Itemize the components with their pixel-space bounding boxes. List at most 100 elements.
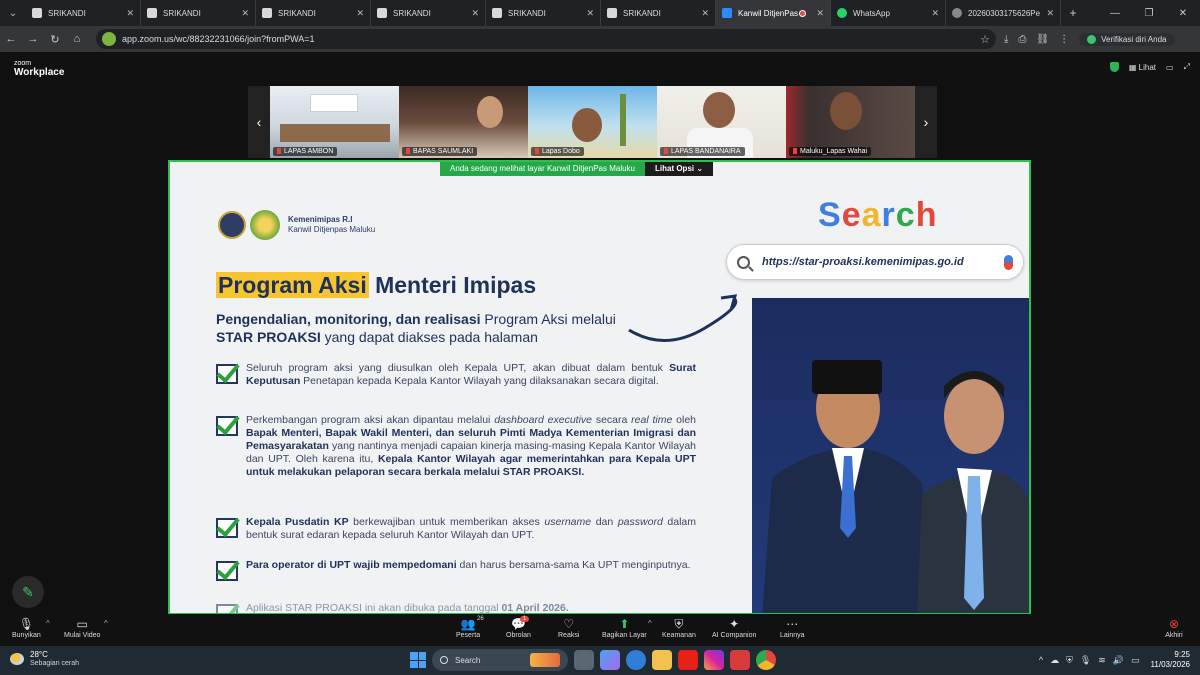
next-page-button[interactable]: ›	[915, 86, 937, 158]
tab-search-button[interactable]: ⌄	[0, 0, 26, 26]
ai-companion-button[interactable]: ✦ AI Companion	[712, 616, 756, 639]
clock[interactable]: 9:25 11/03/2026	[1151, 650, 1190, 670]
close-tab-icon[interactable]: ✕	[816, 8, 824, 19]
wifi-icon[interactable]: ≋	[1098, 655, 1106, 666]
browser-tab[interactable]: SRIKANDI ✕	[26, 0, 141, 26]
new-tab-button[interactable]: +	[1061, 6, 1085, 20]
participants-button[interactable]: 👥 26 Peserta	[456, 616, 484, 639]
checkbox-check-icon	[216, 416, 238, 436]
star-proaksi-url: https://star-proaksi.kemenimipas.go.id	[762, 256, 964, 268]
view-button[interactable]: ▦ Lihat	[1129, 63, 1156, 72]
weather-widget[interactable]: 28°C Sebagian cerah	[10, 650, 79, 668]
unmute-button[interactable]: 🎙 Bunyikan	[12, 616, 41, 639]
org-name: Kemenimipas R.I	[288, 215, 353, 224]
windows-start-icon[interactable]	[410, 652, 426, 668]
verify-identity-button[interactable]: Verifikasi diri Anda	[1079, 32, 1175, 46]
chrome-browser-icon[interactable]	[756, 650, 776, 670]
prev-page-button[interactable]: ‹	[248, 86, 270, 158]
close-tab-icon[interactable]: ✕	[701, 8, 709, 19]
browser-tab[interactable]: SRIKANDI ✕	[601, 0, 716, 26]
audio-options-caret-icon[interactable]: ^	[46, 619, 50, 628]
end-label: Akhiri	[1165, 632, 1183, 639]
sub-text-2: yang dapat diakses pada halaman	[320, 329, 538, 345]
url-field[interactable]: app.zoom.us/wc/88232231066/join?fromPWA=…	[96, 29, 996, 49]
participant-tile[interactable]: LAPAS BANDANAIRA	[657, 86, 786, 158]
tray-overflow-icon[interactable]: ^	[1039, 655, 1043, 665]
viewing-text: Anda sedang melihat layar Kanwil DitjenP…	[440, 162, 645, 176]
close-tab-icon[interactable]: ✕	[241, 8, 249, 19]
view-label: Lihat	[1138, 62, 1157, 72]
bullet-bold: Para operator di UPT wajib mempedomani	[246, 559, 457, 571]
link-icon[interactable]: ⛓	[1036, 34, 1049, 45]
onedrive-icon[interactable]: ☁	[1050, 655, 1059, 666]
browser-tab-active[interactable]: Kanwil DitjenPas ✕	[716, 0, 831, 26]
org-text: Kemenimipas R.I Kanwil Ditjenpas Maluku	[288, 215, 375, 235]
fullscreen-icon[interactable]: ⤢	[1184, 62, 1190, 72]
download-icon[interactable]: ⤓	[1004, 34, 1008, 45]
youtube-icon[interactable]	[678, 650, 698, 670]
close-tab-icon[interactable]: ✕	[471, 8, 479, 19]
share-screen-label: Bagikan Layar	[602, 632, 647, 639]
battery-icon[interactable]: ▭	[1131, 655, 1140, 666]
share-options-caret-icon[interactable]: ^	[648, 619, 652, 628]
browser-tab[interactable]: SRIKANDI ✕	[371, 0, 486, 26]
view-options-button[interactable]: Lihat Opsi ⌄	[645, 162, 714, 176]
chat-label: Obrolan	[506, 632, 531, 639]
browser-tab[interactable]: SRIKANDI ✕	[256, 0, 371, 26]
sub-text-1: Program Aksi melalui	[480, 311, 616, 327]
minimize-icon[interactable]: —	[1098, 8, 1132, 19]
muted-microphone-icon: 🎙	[18, 617, 34, 631]
person-face	[830, 92, 862, 130]
close-tab-icon[interactable]: ✕	[586, 8, 594, 19]
browser-tab[interactable]: WhatsApp ✕	[831, 0, 946, 26]
start-video-button[interactable]: ▭ Mulai Video	[64, 616, 100, 639]
bullet-text: Perkembangan program aksi akan dipantau …	[246, 414, 495, 426]
file-explorer-icon[interactable]	[652, 650, 672, 670]
close-tab-icon[interactable]: ✕	[126, 8, 134, 19]
share-screen-button[interactable]: ⬆ Bagikan Layar	[602, 616, 647, 639]
participant-name: BAPAS SAUMLAKI	[402, 147, 478, 156]
more-button[interactable]: ⋯ Lainnya	[780, 616, 805, 639]
close-window-icon[interactable]: ✕	[1166, 8, 1200, 19]
task-view-icon[interactable]	[574, 650, 594, 670]
start-video-label: Mulai Video	[64, 632, 101, 639]
print-icon[interactable]: ⎙	[1018, 34, 1026, 45]
instagram-icon[interactable]	[704, 650, 724, 670]
back-arrow-icon[interactable]: ←	[0, 33, 22, 45]
copilot-icon[interactable]	[600, 650, 620, 670]
security-button[interactable]: ⛨ Keamanan	[662, 616, 696, 640]
site-info-icon[interactable]	[102, 32, 116, 46]
video-options-caret-icon[interactable]: ^	[104, 619, 108, 628]
home-icon[interactable]: ⌂	[66, 33, 88, 45]
security-tray-icon[interactable]: ⛨	[1066, 655, 1073, 666]
close-tab-icon[interactable]: ✕	[356, 8, 364, 19]
wps-office-icon[interactable]	[730, 650, 750, 670]
reload-icon[interactable]: ↻	[44, 33, 66, 46]
chat-button[interactable]: 💬 1 Obrolan	[506, 616, 531, 639]
volume-icon[interactable]: 🔊	[1113, 655, 1124, 666]
maximize-icon[interactable]: ❐	[1132, 8, 1166, 19]
mic-tray-icon[interactable]: 🎙	[1080, 655, 1091, 666]
participant-tile[interactable]: BAPAS SAUMLAKI	[399, 86, 528, 158]
browser-tab[interactable]: 20260303175626Pe ✕	[946, 0, 1061, 26]
participant-tile[interactable]: LAPAS AMBON	[270, 86, 399, 158]
encryption-shield-icon[interactable]	[1109, 62, 1119, 72]
reactions-button[interactable]: ♡ Reaksi	[558, 616, 579, 639]
annotate-pencil-button[interactable]: ✎	[12, 576, 44, 608]
more-menu-icon[interactable]: ⋮	[1059, 34, 1069, 45]
edge-browser-icon[interactable]	[626, 650, 646, 670]
close-tab-icon[interactable]: ✕	[1046, 8, 1054, 19]
bookmark-star-icon[interactable]: ☆	[980, 33, 990, 46]
end-meeting-button[interactable]: ⊗ Akhiri	[1164, 616, 1184, 639]
browser-tab[interactable]: SRIKANDI ✕	[486, 0, 601, 26]
zoom-header-controls: ▦ Lihat ▭ ⤢	[1109, 62, 1190, 72]
taskbar-search[interactable]: Search	[432, 649, 568, 671]
forward-arrow-icon[interactable]: →	[22, 33, 44, 45]
participant-tile[interactable]: Maluku_Lapas Wahai	[786, 86, 915, 158]
reactions-label: Reaksi	[558, 632, 580, 639]
bullet-italic: dashboard executive	[494, 414, 593, 426]
participant-tile[interactable]: Lapas Dobo	[528, 86, 657, 158]
browser-tab[interactable]: SRIKANDI ✕	[141, 0, 256, 26]
close-tab-icon[interactable]: ✕	[931, 8, 939, 19]
pip-icon[interactable]: ▭	[1166, 63, 1174, 72]
